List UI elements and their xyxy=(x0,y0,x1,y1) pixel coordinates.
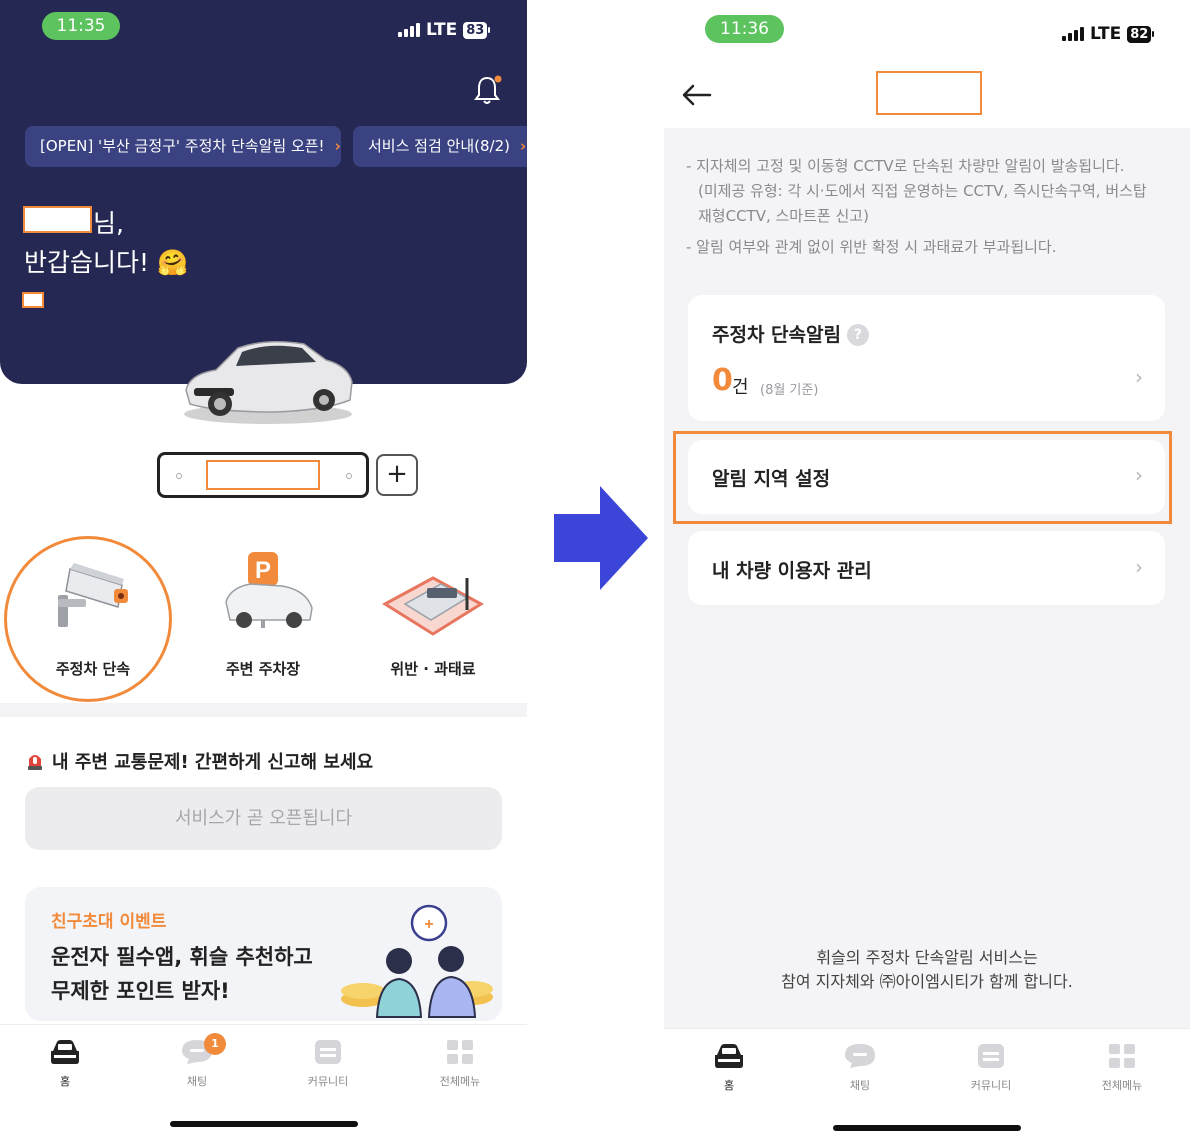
username-redaction xyxy=(23,206,92,233)
event-tag: 친구초대 이벤트 xyxy=(51,912,167,932)
invite-event-banner[interactable]: 친구초대 이벤트 운전자 필수앱, 휘슬 추천하고 무제한 포인트 받자! + xyxy=(25,887,502,1021)
home-indicator xyxy=(170,1121,358,1127)
hero-banner xyxy=(0,0,527,384)
event-line-1: 운전자 필수앱, 휘슬 추천하고 xyxy=(51,945,313,969)
license-plate-selector[interactable] xyxy=(157,452,369,498)
report-title-text: 내 주변 교통문제! 간편하게 신고해 보세요 xyxy=(52,752,374,773)
tab-community[interactable]: 커뮤니티 xyxy=(283,1039,373,1089)
siren-icon xyxy=(28,755,42,770)
tab-chat[interactable]: 1 채팅 xyxy=(152,1033,242,1089)
chevron-right-icon: › xyxy=(1135,365,1143,389)
plate-dot-icon xyxy=(176,473,182,479)
footer-line-1: 휘슬의 주정차 단속알림 서비스는 xyxy=(816,948,1038,967)
chevron-right-icon: › xyxy=(334,137,341,155)
battery-level: 82 xyxy=(1127,25,1152,43)
category-label-nearby-parking: 주변 주차장 xyxy=(225,660,301,678)
tab-all-menu[interactable]: 전체메뉴 xyxy=(415,1039,505,1089)
screen-title-redaction xyxy=(876,71,982,115)
home-indicator xyxy=(833,1125,1021,1131)
parking-alert-screen: 11:36 LTE 82 - 지자체의 고정 및 이동형 CCTV로 단속된 차… xyxy=(664,0,1190,1138)
tab-home[interactable]: 홈 xyxy=(684,1043,774,1093)
notice-text: 서비스 점검 안내(8/2) xyxy=(368,137,510,155)
alert-card-title: 주정차 단속알림 xyxy=(712,324,841,346)
tab-label: 홈 xyxy=(723,1079,735,1092)
greeting-welcome: 반갑습니다! 🤗 xyxy=(24,248,189,277)
chat-badge: 1 xyxy=(204,1033,226,1055)
alert-count-note: (8월 기준) xyxy=(760,383,819,398)
tab-label: 홈 xyxy=(59,1075,71,1088)
car-front-icon xyxy=(51,1040,79,1064)
svg-text:P: P xyxy=(255,557,271,584)
parking-car-icon[interactable]: P xyxy=(222,550,316,634)
fine-money-icon[interactable] xyxy=(381,568,485,640)
tab-label: 채팅 xyxy=(849,1079,871,1092)
notice-chip-maintenance[interactable]: 서비스 점검 안내(8/2) › xyxy=(353,126,527,167)
battery-level: 83 xyxy=(463,21,488,39)
tab-label: 전체메뉴 xyxy=(1101,1079,1143,1092)
battery-icon: 83 xyxy=(463,21,491,39)
status-indicators: LTE 83 xyxy=(398,20,491,40)
info-line-3: 재형CCTV, 스마트폰 신고) xyxy=(698,207,869,225)
tab-all-menu[interactable]: 전체메뉴 xyxy=(1077,1043,1167,1093)
tab-chat[interactable]: 채팅 xyxy=(815,1043,905,1093)
category-label-parking-enforcement: 주정차 단속 xyxy=(55,660,131,678)
chevron-right-icon: › xyxy=(1135,555,1143,579)
info-line-1: - 지자체의 고정 및 이동형 CCTV로 단속된 차량만 알림이 발송됩니다. xyxy=(686,157,1125,175)
report-section-title: 내 주변 교통문제! 간편하게 신고해 보세요 xyxy=(26,748,373,774)
notification-bell-icon[interactable] xyxy=(474,74,502,106)
notice-chip-open[interactable]: [OPEN] '부산 금정구' 주정차 단속알림 오픈! › xyxy=(25,126,341,167)
transition-arrow-icon xyxy=(554,486,648,590)
notice-text: [OPEN] '부산 금정구' 주정차 단속알림 오픈! xyxy=(40,137,325,155)
svg-text:+: + xyxy=(424,916,433,933)
plate-dot-icon xyxy=(346,473,352,479)
car-front-icon xyxy=(715,1044,743,1068)
grid-menu-icon xyxy=(1109,1044,1135,1068)
comparison-canvas: 11:35 LTE 83 [OPEN] '부산 금정구' 주정차 단속알림 오픈… xyxy=(0,0,1200,1138)
car-illustration xyxy=(184,341,353,424)
tab-label: 전체메뉴 xyxy=(439,1075,481,1088)
menu-label: 내 차량 이용자 관리 xyxy=(712,560,872,582)
event-line-2: 무제한 포인트 받자! xyxy=(51,979,230,1003)
alert-count: 0 xyxy=(712,363,733,398)
subtext-redaction xyxy=(22,292,44,308)
bottom-tab-bar: 홈 채팅 커뮤니티 전체메뉴 xyxy=(664,1028,1190,1138)
info-line-4: - 알림 여부와 관계 없이 위반 확정 시 과태료가 부과됩니다. xyxy=(686,238,1057,256)
status-indicators: LTE 82 xyxy=(1062,24,1155,44)
help-icon[interactable]: ? xyxy=(846,324,869,346)
section-divider xyxy=(0,703,527,717)
info-line-2: (미제공 유형: 각 시·도에서 직접 운영하는 CCTV, 즉시단속구역, 버… xyxy=(698,182,1147,200)
status-time: 11:35 xyxy=(42,12,120,40)
add-vehicle-button[interactable]: + xyxy=(376,454,418,496)
friends-illustration: + xyxy=(341,904,493,1018)
network-label: LTE xyxy=(426,20,458,40)
menu-vehicle-user-management[interactable]: 내 차량 이용자 관리 › xyxy=(688,531,1165,605)
category-label-violation-fine: 위반 · 과태료 xyxy=(390,660,476,678)
tab-home[interactable]: 홈 xyxy=(20,1039,110,1089)
home-screen: 11:35 LTE 83 [OPEN] '부산 금정구' 주정차 단속알림 오픈… xyxy=(0,0,527,1138)
footer-line-2: 참여 지자체와 ㈜아이엠시티가 함께 합니다. xyxy=(781,972,1073,991)
report-coming-soon-button[interactable]: 서비스가 곧 오픈됩니다 xyxy=(25,787,502,850)
signal-icon xyxy=(1062,27,1084,41)
chevron-right-icon: › xyxy=(519,137,527,155)
status-time: 11:36 xyxy=(705,15,784,43)
tab-community[interactable]: 커뮤니티 xyxy=(946,1043,1036,1093)
battery-icon: 82 xyxy=(1127,25,1155,43)
alert-count-unit: 건 xyxy=(732,377,749,398)
chat-bubble-icon xyxy=(845,1044,875,1068)
community-icon xyxy=(978,1044,1004,1068)
network-label: LTE xyxy=(1090,24,1122,44)
alert-card-title-row: 주정차 단속알림? xyxy=(712,320,869,347)
plate-number-redaction xyxy=(206,460,320,490)
back-arrow-icon[interactable] xyxy=(682,84,712,106)
parking-alert-card[interactable]: 주정차 단속알림? 0 건 (8월 기준) › xyxy=(688,295,1165,421)
highlight-frame xyxy=(673,431,1172,524)
grid-menu-icon xyxy=(447,1040,473,1064)
tab-label: 커뮤니티 xyxy=(307,1075,349,1088)
tab-label: 채팅 xyxy=(186,1075,208,1088)
tab-label: 커뮤니티 xyxy=(970,1079,1012,1092)
signal-icon xyxy=(398,23,420,37)
community-icon xyxy=(315,1040,341,1064)
greeting-suffix: 님, xyxy=(93,209,124,238)
cctv-icon[interactable] xyxy=(52,555,136,631)
